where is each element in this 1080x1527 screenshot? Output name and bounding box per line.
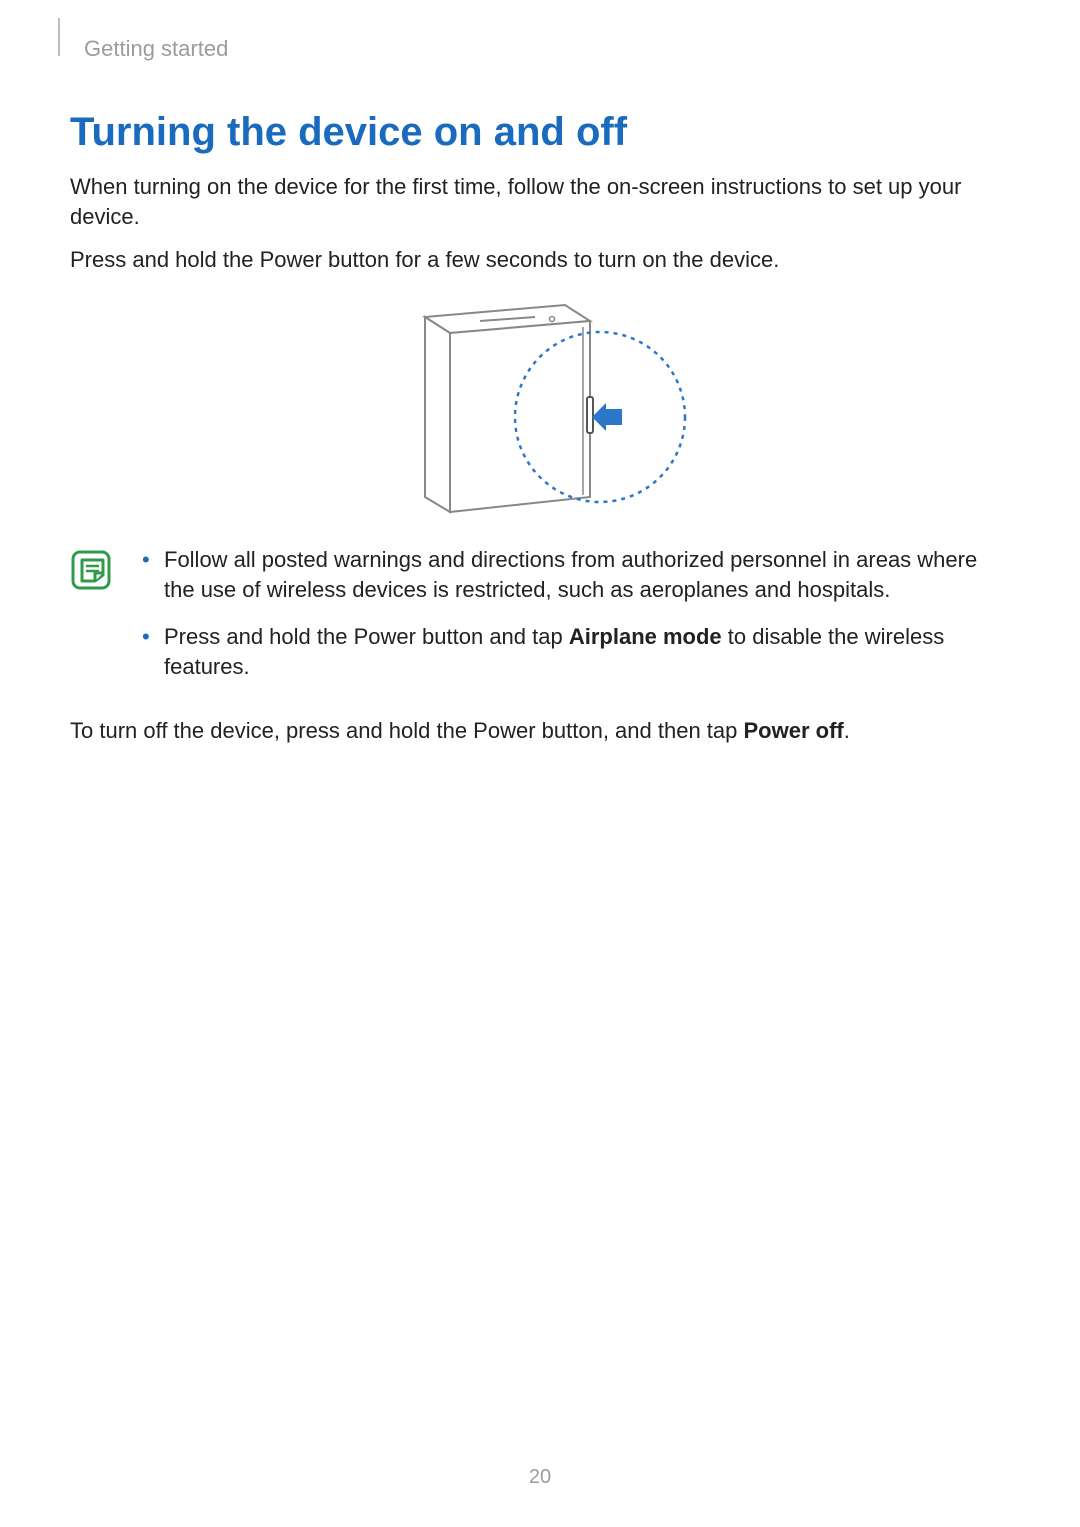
power-off-pre: To turn off the device, press and hold t… — [70, 718, 744, 743]
power-off-paragraph: To turn off the device, press and hold t… — [70, 716, 1010, 746]
header-accent-line — [58, 18, 60, 56]
note-list: Follow all posted warnings and direction… — [142, 545, 1010, 700]
power-off-post: . — [844, 718, 850, 743]
breadcrumb: Getting started — [84, 36, 1010, 62]
note-item-2-bold: Airplane mode — [569, 624, 722, 649]
note-block: Follow all posted warnings and direction… — [70, 545, 1010, 700]
intro-paragraph-1: When turning on the device for the first… — [70, 172, 1010, 231]
power-button-diagram-icon — [390, 297, 690, 517]
note-item-1: Follow all posted warnings and direction… — [142, 545, 1010, 604]
power-off-bold: Power off — [744, 718, 844, 743]
note-item-1-text: Follow all posted warnings and direction… — [164, 547, 977, 602]
note-icon — [70, 549, 112, 596]
device-illustration — [70, 297, 1010, 517]
page-root: Getting started Turning the device on an… — [0, 0, 1080, 1527]
note-item-2: Press and hold the Power button and tap … — [142, 622, 1010, 681]
note-item-2-pre: Press and hold the Power button and tap — [164, 624, 569, 649]
page-number: 20 — [0, 1466, 1080, 1489]
intro-paragraph-2: Press and hold the Power button for a fe… — [70, 245, 1010, 275]
page-title: Turning the device on and off — [70, 110, 1010, 154]
